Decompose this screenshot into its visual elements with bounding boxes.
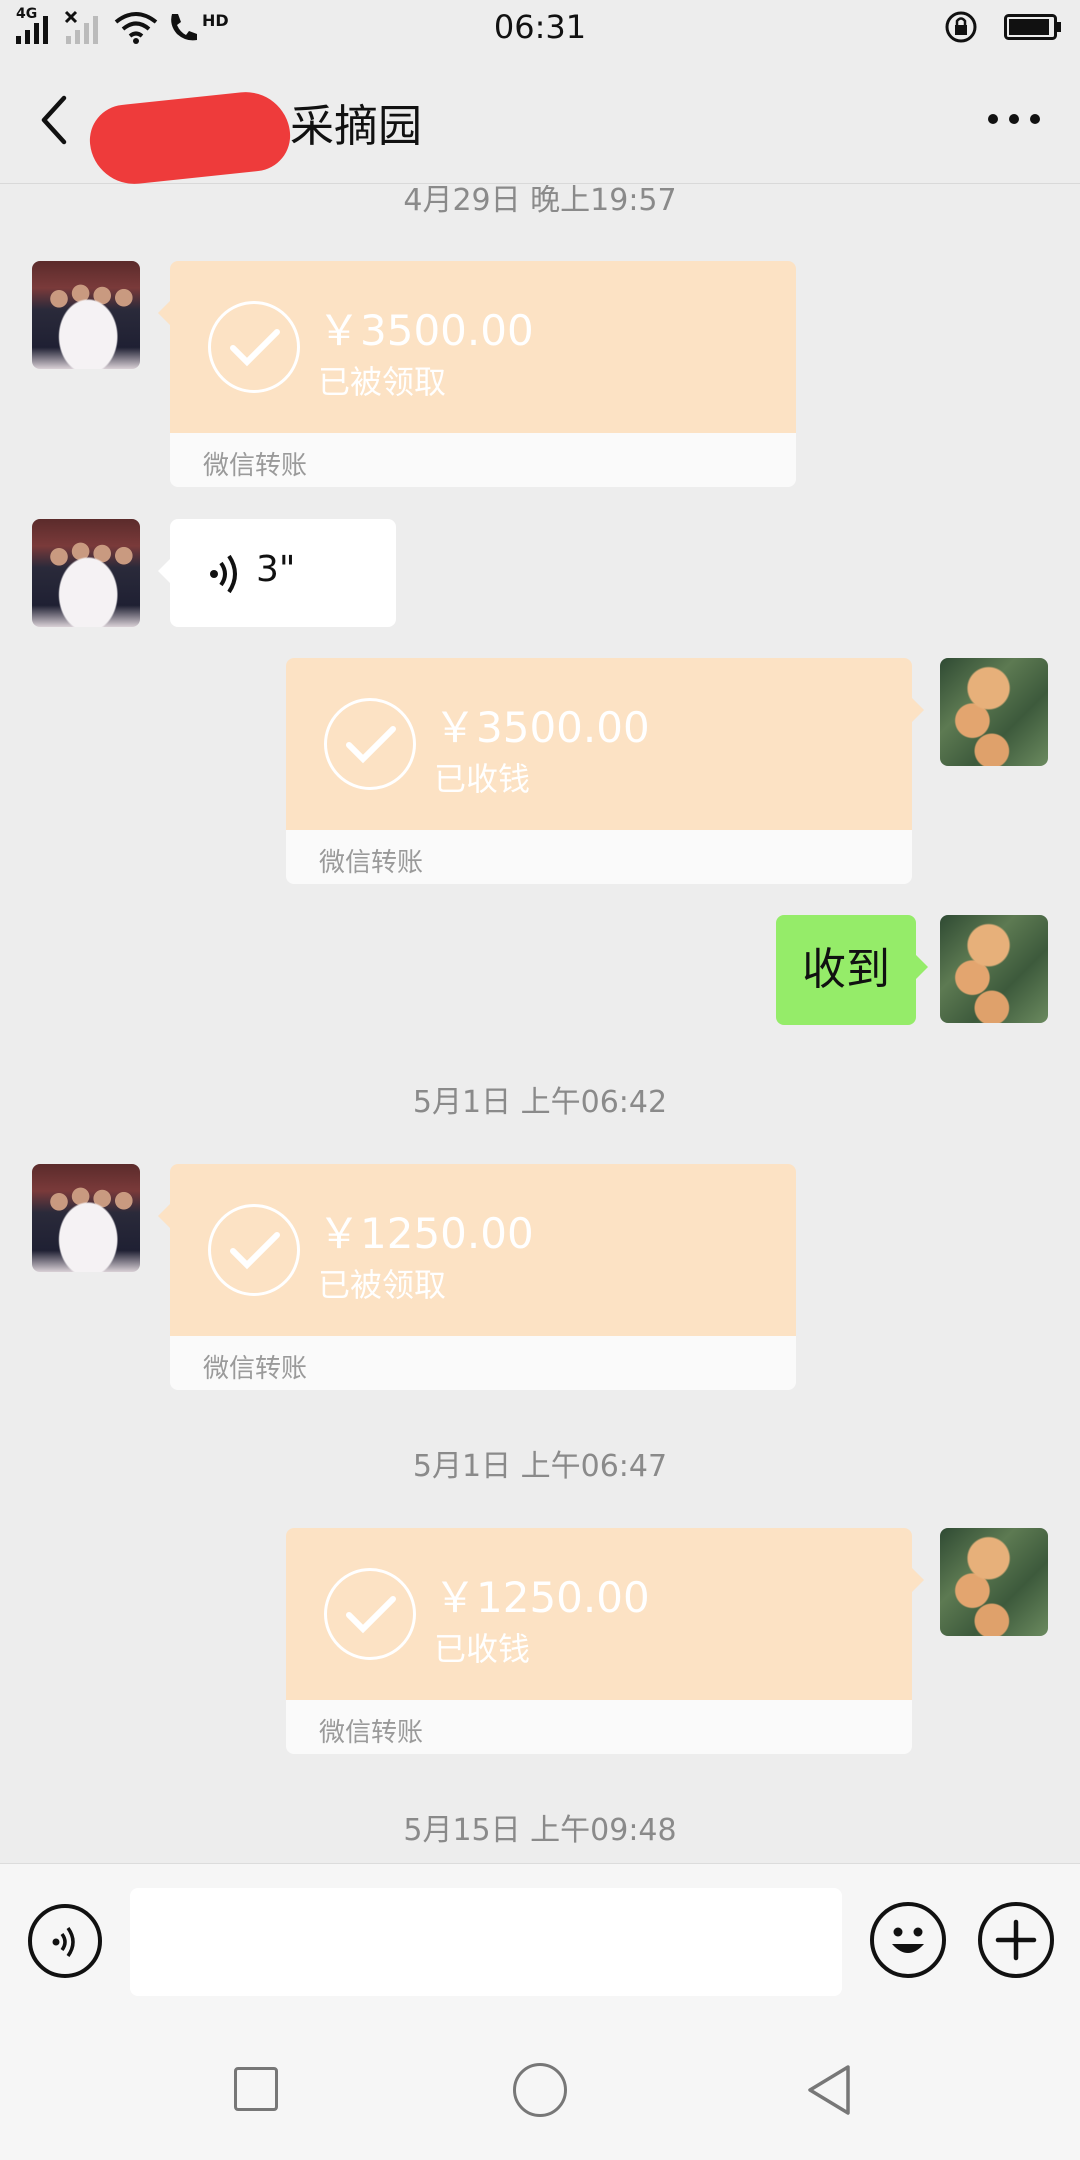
check-circle-icon <box>324 1568 416 1660</box>
plus-icon[interactable] <box>978 1902 1054 1978</box>
transfer-amount: ￥3500.00 <box>434 703 650 752</box>
status-time: 06:31 <box>493 8 587 46</box>
system-nav-bar <box>0 2013 1080 2160</box>
transfer-footer: 微信转账 <box>286 830 912 884</box>
chat-title-text: 采摘园 <box>290 101 422 152</box>
timestamp: 4月29日 晚上19:57 <box>403 185 677 218</box>
transfer-card[interactable]: ￥1250.00 已收钱 微信转账 <box>286 1528 924 1754</box>
more-dots-icon[interactable] <box>988 114 1040 128</box>
chat-header: 采摘园 <box>0 56 1080 189</box>
check-circle-icon <box>208 1204 300 1296</box>
transfer-card-body: ￥1250.00 已被领取 <box>170 1164 796 1336</box>
chevron-left-icon[interactable] <box>30 88 80 152</box>
back-triangle-icon[interactable] <box>804 2063 854 2117</box>
transfer-card-body: ￥1250.00 已收钱 <box>286 1528 912 1700</box>
avatar[interactable] <box>32 261 140 369</box>
emoji-icon[interactable] <box>870 1902 946 1978</box>
battery-icon <box>1004 14 1061 40</box>
status-bar: 4G HD 06:31 <box>0 0 1080 56</box>
transfer-status: 已收钱 <box>434 760 531 798</box>
avatar[interactable] <box>32 519 140 627</box>
input-bar <box>0 1863 1080 2013</box>
transfer-status: 已收钱 <box>434 1630 531 1668</box>
avatar[interactable] <box>940 1528 1048 1636</box>
transfer-card[interactable]: ￥3500.00 已收钱 微信转账 <box>286 658 924 884</box>
message-input[interactable] <box>130 1888 842 1996</box>
transfer-footer: 微信转账 <box>286 1700 912 1754</box>
voice-wave-icon <box>210 554 237 594</box>
rotation-lock-icon <box>945 11 977 43</box>
transfer-card[interactable]: ￥1250.00 已被领取 微信转账 <box>158 1164 796 1390</box>
transfer-status: 已被领取 <box>318 363 447 401</box>
text-message[interactable]: 收到 <box>776 915 928 1025</box>
recents-icon[interactable] <box>234 2067 278 2111</box>
voice-duration: 3" <box>256 549 296 590</box>
transfer-card[interactable]: ￥3500.00 已被领取 微信转账 <box>158 261 796 487</box>
avatar[interactable] <box>32 1164 140 1272</box>
check-circle-icon <box>208 301 300 393</box>
avatar[interactable] <box>940 658 1048 766</box>
transfer-status: 已被领取 <box>318 1266 447 1304</box>
home-icon[interactable] <box>513 2063 567 2117</box>
transfer-card-body: ￥3500.00 已收钱 <box>286 658 912 830</box>
transfer-footer: 微信转账 <box>170 433 796 487</box>
transfer-amount: ￥1250.00 <box>318 1209 534 1258</box>
voice-icon[interactable] <box>28 1904 102 1978</box>
transfer-amount: ￥1250.00 <box>434 1573 650 1622</box>
timestamp: 5月15日 上午09:48 <box>403 1813 677 1848</box>
timestamp: 5月1日 上午06:47 <box>412 1449 668 1484</box>
redaction-mark <box>86 87 294 189</box>
voice-message[interactable]: 3" <box>158 519 396 627</box>
transfer-card-body: ￥3500.00 已被领取 <box>170 261 796 433</box>
transfer-amount: ￥3500.00 <box>318 306 534 355</box>
check-circle-icon <box>324 698 416 790</box>
status-right <box>944 10 1062 44</box>
timestamp: 5月1日 上午06:42 <box>412 1085 668 1120</box>
avatar[interactable] <box>940 915 1048 1023</box>
message-list[interactable]: 4月29日 晚上19:57 ￥3500.00 已被领取 微信转账 3" ￥350… <box>0 185 1080 1863</box>
transfer-footer: 微信转账 <box>170 1336 796 1390</box>
